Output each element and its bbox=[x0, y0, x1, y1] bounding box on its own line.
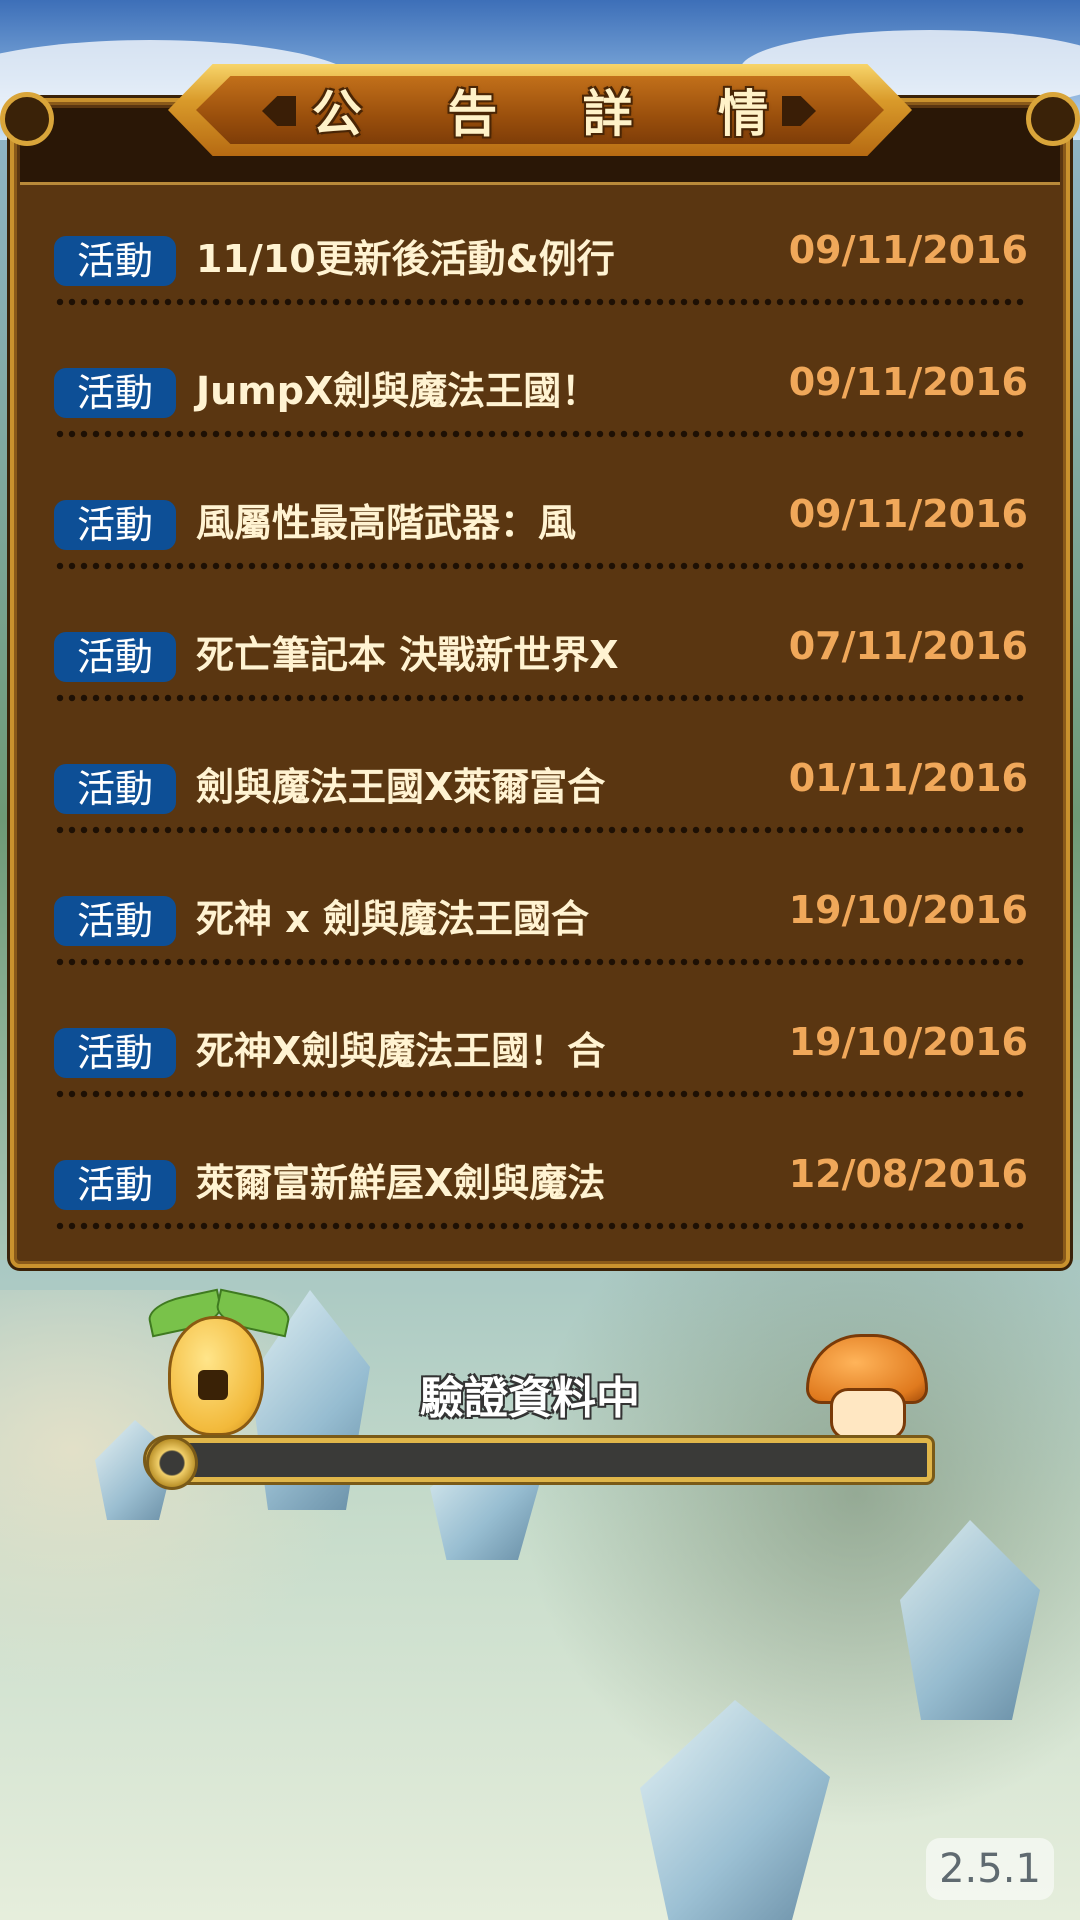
announcement-title: 11/10更新後活動&例行 bbox=[196, 237, 615, 281]
announcement-row[interactable]: 活動 死神 x 劍與魔法王國合 19/10/2016 bbox=[52, 866, 1028, 998]
loading-status-text: 驗證資料中 bbox=[420, 1373, 640, 1424]
dotted-divider bbox=[54, 1090, 1026, 1098]
announcement-title: 死神X劍與魔法王國！合 bbox=[196, 1029, 606, 1073]
announcement-row[interactable]: 活動 JumpX劍與魔法王國！ 09/11/2016 bbox=[52, 338, 1028, 470]
announcement-title: 死亡筆記本 決戰新世界X bbox=[196, 633, 619, 677]
pear-mascot-mouth bbox=[198, 1370, 228, 1400]
announcement-title: JumpX劍與魔法王國！ bbox=[196, 369, 600, 413]
category-tag: 活動 bbox=[54, 500, 176, 550]
announcement-title: 風屬性最高階武器：風 bbox=[196, 501, 577, 545]
dotted-divider bbox=[54, 826, 1026, 834]
announcement-title: 死神 x 劍與魔法王國合 bbox=[196, 897, 589, 941]
dotted-divider bbox=[54, 430, 1026, 438]
announcement-date: 19/10/2016 bbox=[788, 1020, 1028, 1064]
dotted-divider bbox=[54, 562, 1026, 570]
loading-progress-bar bbox=[146, 1438, 932, 1482]
corner-ornament-icon bbox=[1026, 92, 1080, 146]
category-tag: 活動 bbox=[54, 764, 176, 814]
dotted-divider bbox=[54, 1222, 1026, 1230]
category-tag: 活動 bbox=[54, 1160, 176, 1210]
dotted-divider bbox=[54, 298, 1026, 306]
announcement-row[interactable]: 活動 劍與魔法王國X萊爾富合 01/11/2016 bbox=[52, 734, 1028, 866]
announcement-row[interactable]: 活動 萊爾富新鮮屋X劍與魔法 12/08/2016 bbox=[52, 1130, 1028, 1262]
progress-knob-icon bbox=[146, 1436, 198, 1490]
announcement-title: 萊爾富新鮮屋X劍與魔法 bbox=[196, 1161, 606, 1205]
announcement-row[interactable]: 活動 風屬性最高階武器：風 09/11/2016 bbox=[52, 470, 1028, 602]
announcement-title: 劍與魔法王國X萊爾富合 bbox=[196, 765, 606, 809]
dotted-divider bbox=[54, 694, 1026, 702]
announcement-row[interactable]: 活動 死亡筆記本 決戰新世界X 07/11/2016 bbox=[52, 602, 1028, 734]
dotted-divider bbox=[54, 958, 1026, 966]
announcement-row[interactable]: 活動 死神X劍與魔法王國！合 19/10/2016 bbox=[52, 998, 1028, 1130]
category-tag: 活動 bbox=[54, 632, 176, 682]
category-tag: 活動 bbox=[54, 1028, 176, 1078]
announcement-date: 12/08/2016 bbox=[788, 1152, 1028, 1196]
version-label: 2.5.1 bbox=[926, 1838, 1054, 1900]
category-tag: 活動 bbox=[54, 236, 176, 286]
category-tag: 活動 bbox=[54, 896, 176, 946]
announcement-date: 09/11/2016 bbox=[788, 492, 1028, 536]
announcement-date: 01/11/2016 bbox=[788, 756, 1028, 800]
announcement-date: 09/11/2016 bbox=[788, 360, 1028, 404]
announcement-date: 19/10/2016 bbox=[788, 888, 1028, 932]
panel-title: 公 告 詳 情 bbox=[311, 85, 803, 143]
mushroom-mascot-face bbox=[830, 1388, 906, 1440]
announcement-row[interactable]: 活動 11/10更新後活動&例行 09/11/2016 bbox=[52, 206, 1028, 338]
announcement-list: 活動 11/10更新後活動&例行 09/11/2016 活動 JumpX劍與魔法… bbox=[52, 206, 1028, 1262]
corner-ornament-icon bbox=[0, 92, 54, 146]
announcement-date: 07/11/2016 bbox=[788, 624, 1028, 668]
category-tag: 活動 bbox=[54, 368, 176, 418]
announcement-date: 09/11/2016 bbox=[788, 228, 1028, 272]
